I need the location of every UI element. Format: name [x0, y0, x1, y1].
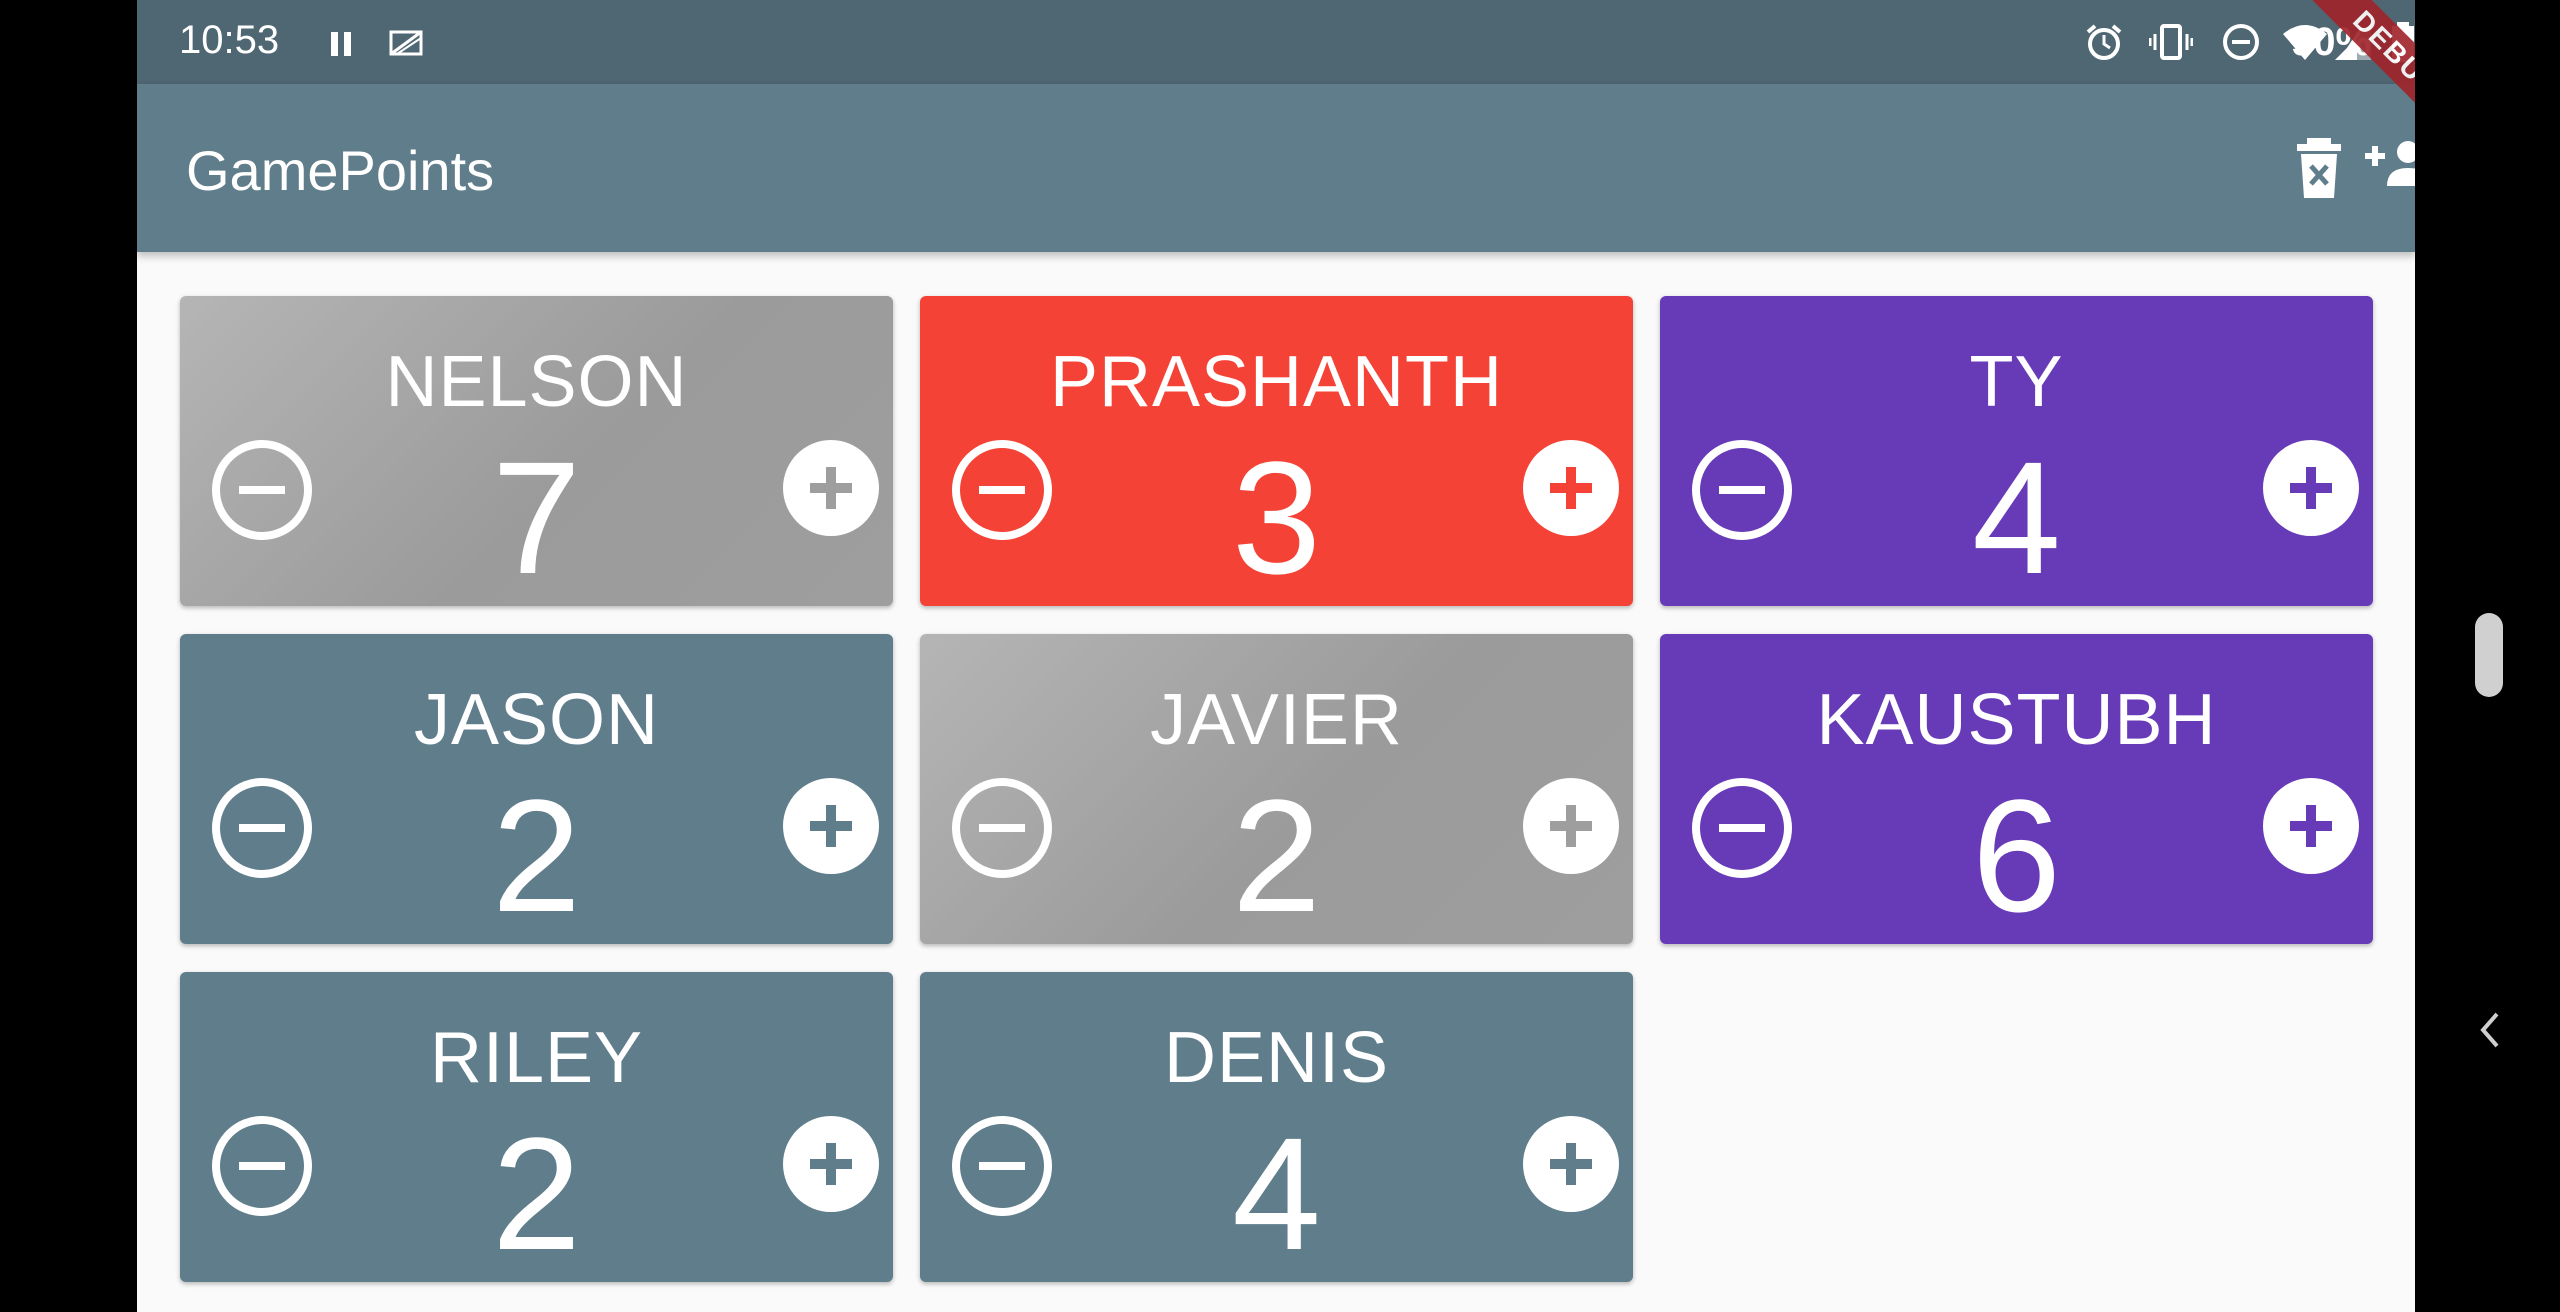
player-name: RILEY [429, 1018, 644, 1098]
increment-button[interactable] [1523, 440, 1619, 536]
pause-icon [331, 32, 351, 56]
increment-button[interactable] [1523, 778, 1619, 874]
player-name: DENIS [1163, 1018, 1390, 1098]
player-name: JAVIER [1150, 680, 1403, 760]
nav-bar [2415, 0, 2560, 1312]
dnd-icon [2223, 24, 2259, 60]
player-card: PRASHANTH 3 [920, 296, 1633, 606]
decrement-button[interactable] [1692, 778, 1792, 878]
player-name: NELSON [385, 342, 688, 422]
player-card: KAUSTUBH 6 [1660, 634, 2373, 944]
app-screen: 10:53 90% GamePoints DEBUG NELSON 7 PRAS… [137, 0, 2415, 1312]
status-bar: 10:53 90% [137, 0, 2415, 84]
decrement-button[interactable] [212, 1116, 312, 1216]
app-bar: GamePoints [137, 84, 2415, 252]
app-title: GamePoints [186, 139, 495, 202]
increment-button[interactable] [2263, 440, 2359, 536]
player-card: NELSON 7 [180, 296, 893, 606]
increment-button[interactable] [783, 778, 879, 874]
player-name: PRASHANTH [1049, 342, 1504, 422]
back-chevron-icon[interactable] [2473, 1006, 2505, 1054]
player-name: KAUSTUBH [1816, 680, 2217, 760]
player-card: JASON 2 [180, 634, 893, 944]
player-card: RILEY 2 [180, 972, 893, 1282]
player-card: JAVIER 2 [920, 634, 1633, 944]
add-player-icon [2365, 141, 2415, 186]
increment-button[interactable] [783, 1116, 879, 1212]
player-name: JASON [413, 680, 660, 760]
decrement-button[interactable] [952, 778, 1052, 878]
player-card: DENIS 4 [920, 972, 1633, 1282]
player-name: TY [1969, 342, 2064, 422]
vibrate-icon [2149, 24, 2193, 60]
no-sim-icon [389, 30, 423, 56]
alarm-icon [2086, 24, 2122, 60]
add-player-button[interactable] [2301, 132, 2415, 204]
scroll-handle[interactable] [2475, 613, 2503, 697]
increment-button[interactable] [783, 440, 879, 536]
decrement-button[interactable] [212, 778, 312, 878]
decrement-button[interactable] [212, 440, 312, 540]
status-time: 10:53 [179, 18, 280, 62]
decrement-button[interactable] [952, 1116, 1052, 1216]
decrement-button[interactable] [952, 440, 1052, 540]
decrement-button[interactable] [1692, 440, 1792, 540]
increment-button[interactable] [1523, 1116, 1619, 1212]
player-grid: NELSON 7 PRASHANTH 3 TY 4 JASON 2 JAVIER… [137, 252, 2415, 1312]
increment-button[interactable] [2263, 778, 2359, 874]
player-card: TY 4 [1660, 296, 2373, 606]
